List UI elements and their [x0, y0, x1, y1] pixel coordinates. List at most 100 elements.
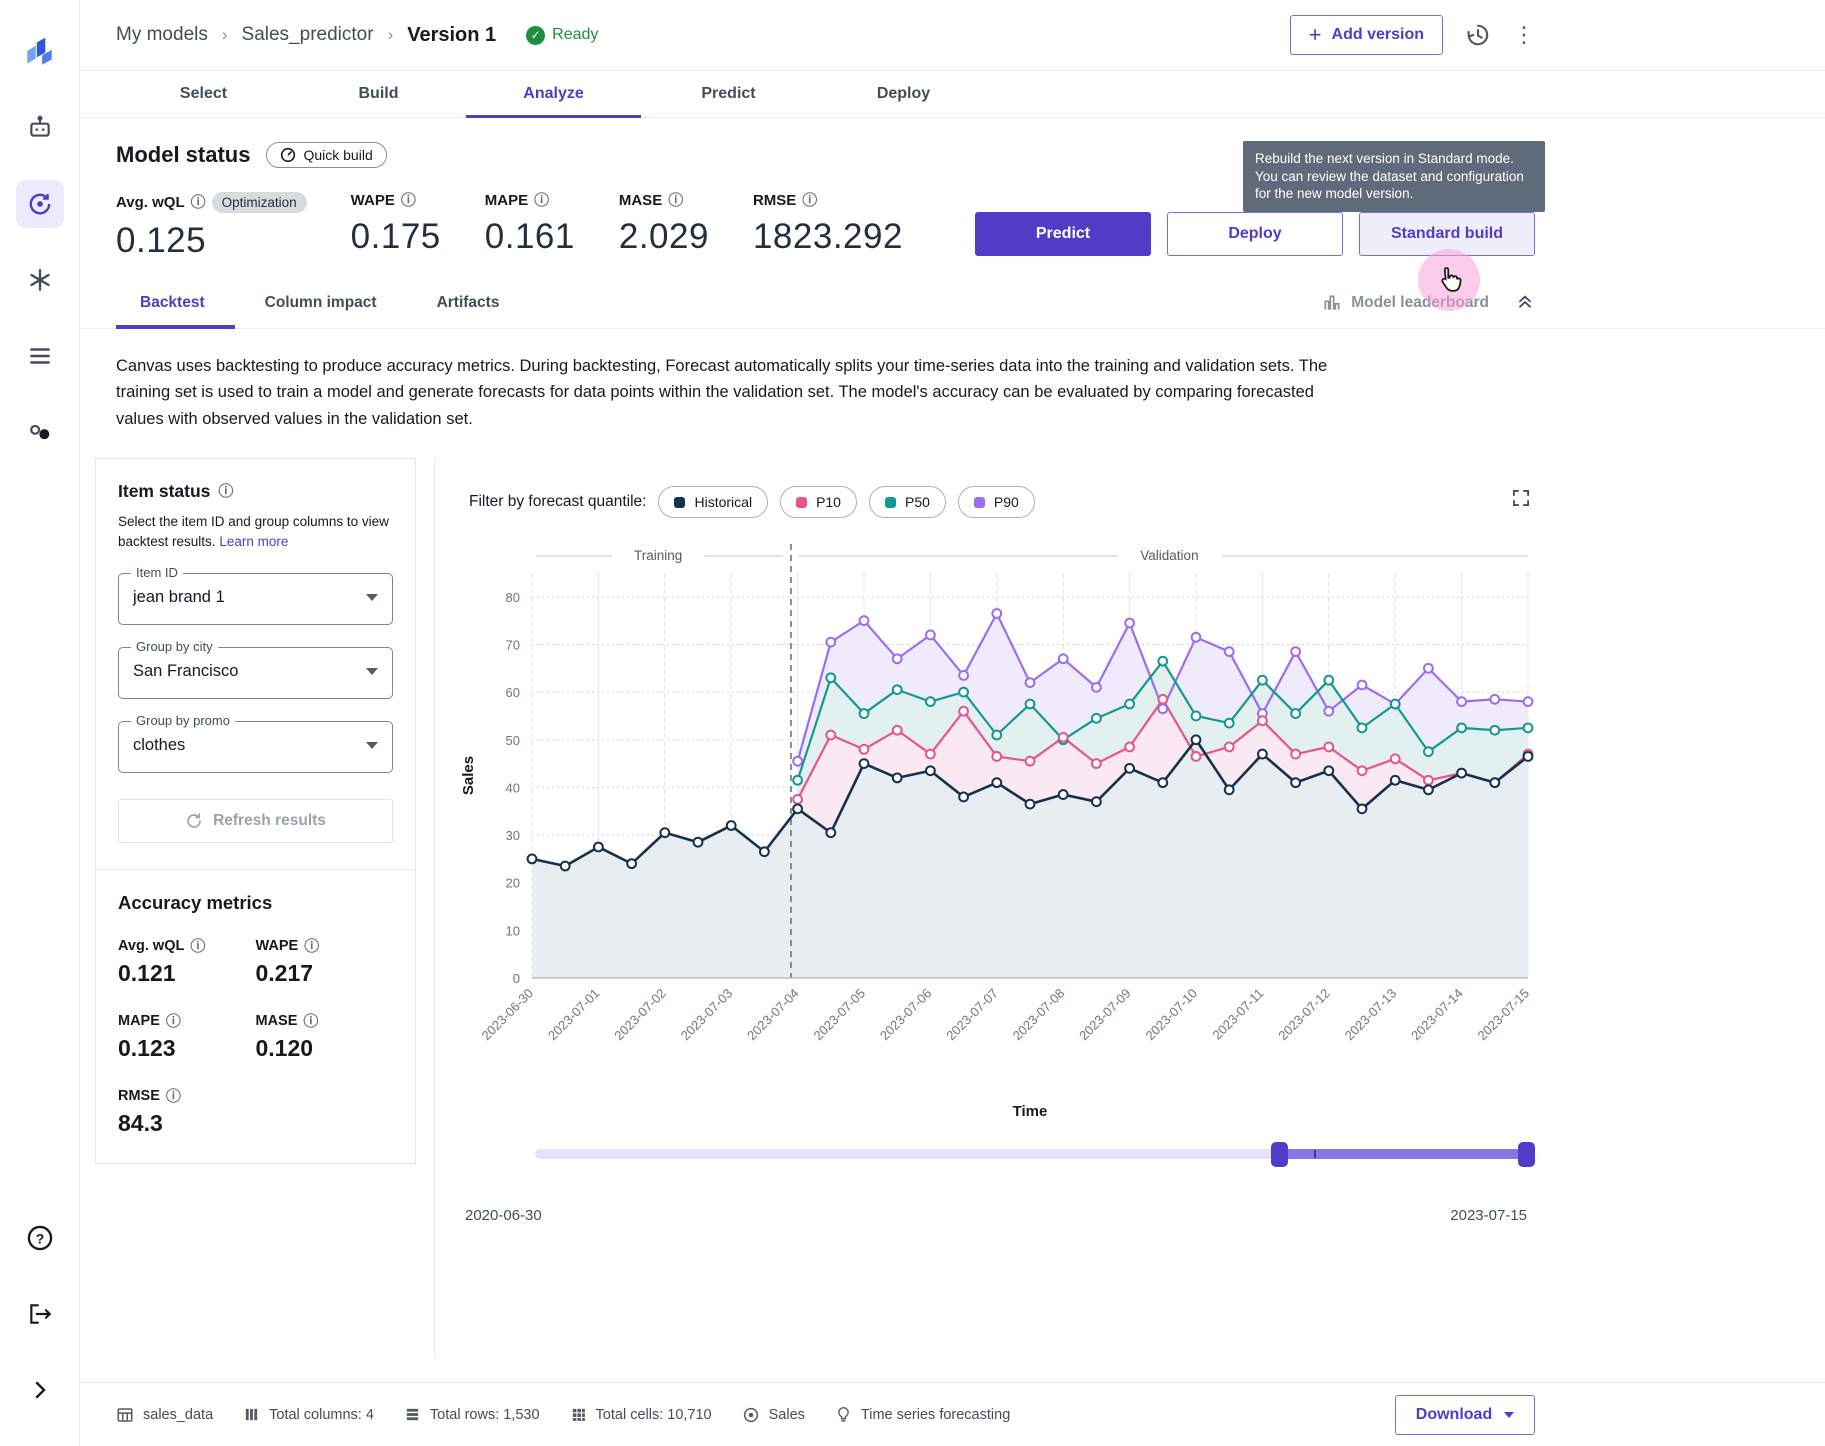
- more-menu-button[interactable]: ⋮: [1513, 22, 1535, 48]
- item-id-label: Item ID: [131, 565, 183, 580]
- logout-icon: [27, 1301, 53, 1327]
- group-by-promo-select[interactable]: Group by promo clothes: [118, 721, 393, 773]
- tab-deploy[interactable]: Deploy: [816, 71, 991, 117]
- help-button[interactable]: ?: [16, 1214, 64, 1262]
- metric-wape: WAPEⓘ 0.175: [351, 192, 441, 257]
- p90-dot-icon: [974, 497, 985, 508]
- version-history-button[interactable]: [1465, 22, 1491, 48]
- sidebar-item-generate[interactable]: [16, 256, 64, 304]
- help-icon: ?: [26, 1224, 54, 1252]
- sidebar-item-my-models[interactable]: [16, 180, 64, 228]
- fullscreen-button[interactable]: [1511, 488, 1531, 513]
- item-status-title: Item status: [118, 481, 210, 502]
- svg-text:80: 80: [506, 590, 520, 605]
- svg-text:2023-07-03: 2023-07-03: [678, 986, 736, 1044]
- history-icon: [1465, 22, 1491, 48]
- ready-label: Ready: [552, 26, 598, 44]
- info-icon[interactable]: ⓘ: [303, 1014, 318, 1029]
- canvas-logo-icon[interactable]: [16, 28, 64, 76]
- subtab-backtest[interactable]: Backtest: [116, 277, 235, 328]
- tab-select[interactable]: Select: [116, 71, 291, 117]
- chip-p10[interactable]: P10: [780, 486, 857, 518]
- tab-analyze[interactable]: Analyze: [466, 71, 641, 117]
- svg-text:2023-07-07: 2023-07-07: [943, 986, 1001, 1044]
- sidebar-item-automations[interactable]: [16, 104, 64, 152]
- fullscreen-icon: [1511, 488, 1531, 508]
- info-icon[interactable]: ⓘ: [668, 193, 683, 208]
- breadcrumb-version: Version 1: [407, 24, 496, 47]
- subtab-artifacts[interactable]: Artifacts: [407, 277, 530, 328]
- info-icon[interactable]: ⓘ: [166, 1089, 181, 1104]
- rows-icon: [404, 1406, 421, 1423]
- info-icon[interactable]: ⓘ: [191, 195, 206, 210]
- info-icon[interactable]: ⓘ: [802, 193, 817, 208]
- left-sidebar: ?: [0, 0, 80, 1446]
- learn-more-link[interactable]: Learn more: [219, 534, 288, 549]
- info-icon[interactable]: ⓘ: [166, 1014, 181, 1029]
- metric-rmse: RMSEⓘ 1823.292: [753, 192, 903, 257]
- optimization-badge: Optimization: [212, 192, 307, 213]
- model-status-title: Model status: [116, 142, 250, 168]
- group-by-city-select[interactable]: Group by city San Francisco: [118, 647, 393, 699]
- breadcrumb-my-models[interactable]: My models: [116, 24, 208, 46]
- predict-button[interactable]: Predict: [975, 212, 1151, 256]
- filter-label: Filter by forecast quantile:: [469, 493, 646, 511]
- info-icon[interactable]: ⓘ: [304, 939, 319, 954]
- slider-handle-left[interactable]: [1271, 1142, 1288, 1167]
- total-cells: Total cells: 10,710: [570, 1406, 712, 1423]
- backtest-chart-panel: Filter by forecast quantile: Historical …: [434, 458, 1545, 1358]
- lightbulb-icon: [835, 1406, 852, 1423]
- subtab-column-impact[interactable]: Column impact: [235, 277, 407, 328]
- item-id-select[interactable]: Item ID jean brand 1: [118, 573, 393, 625]
- expand-sidebar-button[interactable]: [16, 1366, 64, 1414]
- chip-p50[interactable]: P50: [869, 486, 946, 518]
- info-icon[interactable]: ⓘ: [190, 939, 205, 954]
- info-icon[interactable]: ⓘ: [534, 193, 549, 208]
- svg-text:Sales: Sales: [460, 756, 477, 795]
- breadcrumb: My models › Sales_predictor › Version 1 …: [116, 24, 598, 47]
- slider-start-date: 2020-06-30: [465, 1207, 542, 1224]
- circles-icon: [27, 419, 53, 445]
- breadcrumb-separator-icon: ›: [222, 25, 228, 45]
- svg-text:60: 60: [506, 685, 520, 700]
- plus-icon: +: [1309, 24, 1322, 46]
- group-promo-label: Group by promo: [131, 713, 235, 728]
- backtest-content: Item status ⓘ Select the item ID and gro…: [80, 452, 1825, 1358]
- refresh-results-button[interactable]: Refresh results: [118, 799, 393, 843]
- chevron-down-icon: [366, 594, 378, 601]
- svg-text:2023-07-06: 2023-07-06: [877, 986, 935, 1044]
- info-icon[interactable]: ⓘ: [401, 193, 416, 208]
- svg-text:2023-07-13: 2023-07-13: [1342, 986, 1400, 1044]
- slider-handle-right[interactable]: [1518, 1142, 1535, 1167]
- tab-build[interactable]: Build: [291, 71, 466, 117]
- sidebar-item-compare[interactable]: [16, 408, 64, 456]
- acc-metric-wape: WAPEⓘ 0.217: [256, 938, 394, 987]
- time-range-slider: [535, 1141, 1527, 1187]
- tab-predict[interactable]: Predict: [641, 71, 816, 117]
- add-version-button[interactable]: + Add version: [1290, 15, 1443, 55]
- standard-build-tooltip: Rebuild the next version in Standard mod…: [1243, 141, 1545, 212]
- chevron-down-icon: [1504, 1412, 1514, 1418]
- deploy-button[interactable]: Deploy: [1167, 212, 1343, 256]
- slider-notch: [1314, 1150, 1316, 1158]
- p10-dot-icon: [796, 497, 807, 508]
- metric-mase: MASEⓘ 2.029: [619, 192, 709, 257]
- download-button[interactable]: Download: [1395, 1395, 1535, 1435]
- item-status-card: Item status ⓘ Select the item ID and gro…: [95, 458, 416, 1164]
- backtest-description: Canvas uses backtesting to produce accur…: [80, 329, 1640, 452]
- hand-cursor-icon: [1434, 265, 1464, 295]
- breadcrumb-model[interactable]: Sales_predictor: [242, 24, 374, 46]
- logout-button[interactable]: [16, 1290, 64, 1338]
- sidebar-item-datasets[interactable]: [16, 332, 64, 380]
- chip-p90[interactable]: P90: [958, 486, 1035, 518]
- analysis-subtabs: Backtest Column impact Artifacts Model l…: [80, 277, 1825, 329]
- svg-text:70: 70: [506, 638, 520, 653]
- collapse-panel-button[interactable]: [1515, 290, 1535, 315]
- quick-build-badge: Quick build: [266, 142, 386, 168]
- slider-selected-range[interactable]: [1279, 1149, 1527, 1159]
- quantile-filter-row: Filter by forecast quantile: Historical …: [457, 486, 1545, 518]
- chip-historical[interactable]: Historical: [658, 486, 768, 518]
- total-rows: Total rows: 1,530: [404, 1406, 540, 1423]
- info-icon[interactable]: ⓘ: [218, 484, 233, 499]
- item-status-description: Select the item ID and group columns to …: [118, 512, 393, 551]
